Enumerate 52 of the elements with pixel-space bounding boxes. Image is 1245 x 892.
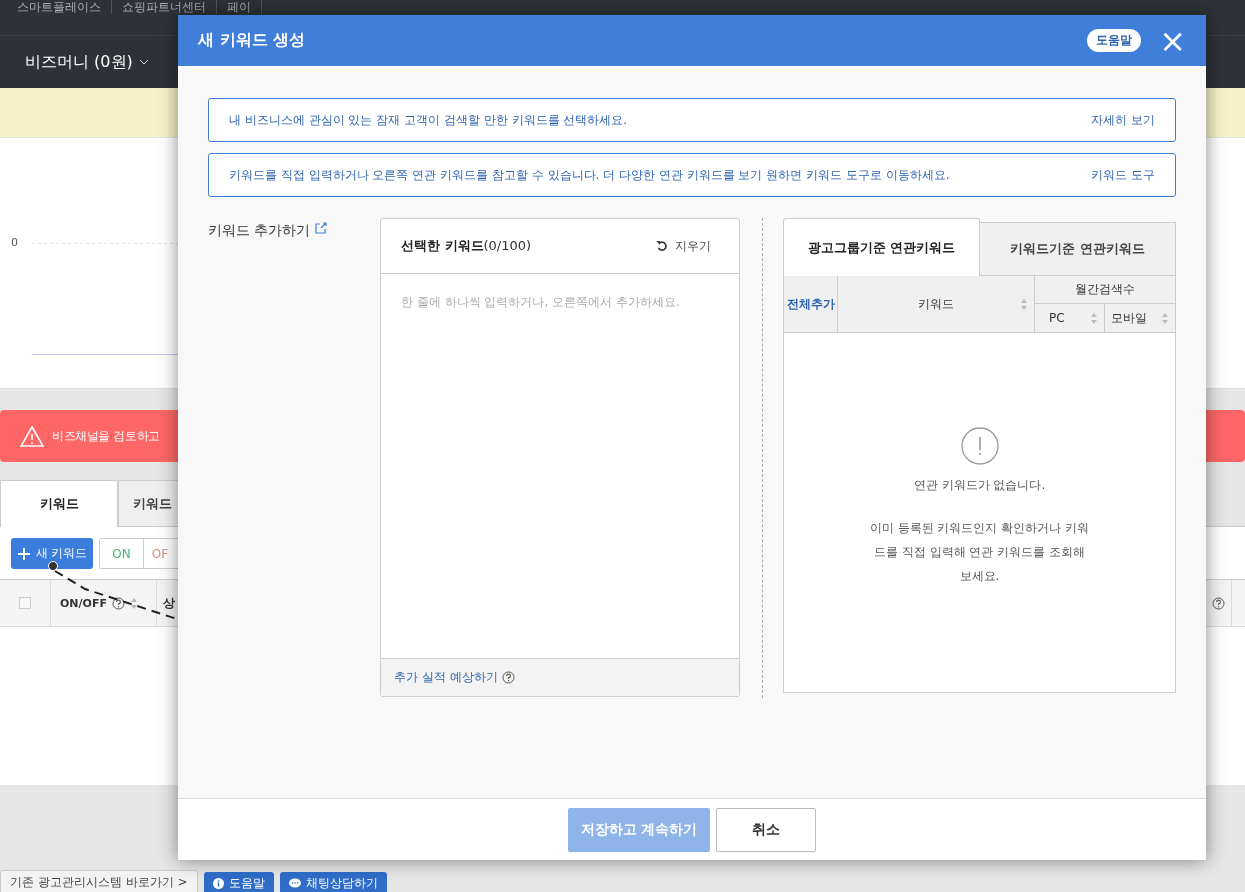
info-link[interactable]: 키워드 도구 bbox=[1091, 166, 1155, 184]
info-link[interactable]: 자세히 보기 bbox=[1091, 111, 1155, 129]
help-icon bbox=[501, 671, 515, 685]
column-header: 모바일 bbox=[1111, 309, 1147, 327]
warning-icon bbox=[20, 425, 44, 447]
checkbox[interactable] bbox=[19, 597, 31, 609]
close-button[interactable]: × bbox=[1159, 24, 1186, 57]
column-header: 키워드 bbox=[918, 295, 954, 313]
tab[interactable]: 키워드 bbox=[0, 480, 118, 527]
legacy-link[interactable]: 기존 광고관리시스템 바로가기 > bbox=[0, 870, 198, 892]
empty-detail: 이미 등록된 키워드인지 확인하거나 키워드를 직접 입력해 연관 키워드를 조회해 보세요. bbox=[868, 520, 1091, 586]
undo-icon bbox=[656, 240, 667, 253]
sort-icon bbox=[129, 596, 138, 610]
column-header: 월간검색수 bbox=[1035, 276, 1175, 305]
chat-button[interactable]: 채팅상담하기 bbox=[279, 872, 387, 892]
modal-title: 새 키워드 생성 bbox=[198, 30, 307, 52]
sort-icon bbox=[1090, 311, 1098, 325]
clear-button[interactable]: 지우기 bbox=[650, 236, 717, 256]
tab[interactable]: 키워드기준 연관키워드 bbox=[980, 222, 1176, 277]
selected-keyword-panel[interactable]: 선택한 키워드(0/100) 지우기 한 줄에 하나씩 입력하거나, 오른쪽에서 추가하세요. 추가 실적 예상하기 bbox=[380, 218, 740, 698]
column-header: ON/OFF bbox=[60, 596, 107, 610]
column-header: PC bbox=[1049, 311, 1065, 326]
cancel-button[interactable]: 취소 bbox=[716, 807, 817, 852]
bizmoney-menu[interactable]: 비즈머니 (0원) bbox=[25, 51, 133, 73]
add-all-link[interactable]: 전체추가 bbox=[784, 276, 838, 333]
top-menu-item[interactable]: 페이 bbox=[227, 0, 262, 14]
info-text: 키워드를 직접 입력하거나 오른쪽 연관 키워드를 참고할 수 있습니다. 더 다양한 연관 키워드를 보기 원하면 키워드 도구로 이동하세요. bbox=[229, 166, 950, 184]
sort-icon bbox=[1161, 311, 1169, 325]
chat-icon bbox=[288, 878, 301, 888]
axis-label: 0 bbox=[11, 236, 18, 249]
top-menu-item[interactable]: 스마트플레이스 bbox=[17, 0, 112, 14]
sort-icon bbox=[1020, 297, 1028, 311]
external-link-icon bbox=[315, 222, 328, 235]
top-menu-item[interactable]: 쇼핑파트너센터 bbox=[122, 0, 217, 14]
estimate-link[interactable]: 추가 실적 예상하기 bbox=[394, 669, 498, 687]
plus-icon bbox=[18, 547, 30, 560]
new-keyword-button[interactable]: 새 키워드 bbox=[11, 538, 94, 569]
help-icon bbox=[1211, 596, 1225, 610]
help-button[interactable]: 도움말 bbox=[203, 872, 274, 892]
info-text: 내 비즈니스에 관심이 있는 잠재 고객이 검색할 만한 키워드를 선택하세요. bbox=[229, 111, 628, 129]
alert-text: 비즈채널을 검토하고 bbox=[52, 427, 160, 445]
column-header: 상 bbox=[162, 594, 175, 612]
tab[interactable]: 광고그룹기준 연관키워드 bbox=[783, 218, 980, 277]
help-icon bbox=[111, 596, 125, 610]
empty-message: 연관 키워드가 없습니다. bbox=[913, 477, 1046, 495]
help-button[interactable]: 도움말 bbox=[1087, 29, 1142, 53]
panel-title: 선택한 키워드(0/100) bbox=[401, 237, 533, 256]
keyword-input[interactable]: 한 줄에 하나씩 입력하거나, 오른쪽에서 추가하세요. bbox=[381, 274, 739, 659]
alert-icon bbox=[960, 427, 999, 466]
info-icon bbox=[212, 877, 224, 889]
chevron-down-icon bbox=[138, 59, 149, 65]
section-label: 키워드 추가하기 bbox=[208, 222, 311, 241]
